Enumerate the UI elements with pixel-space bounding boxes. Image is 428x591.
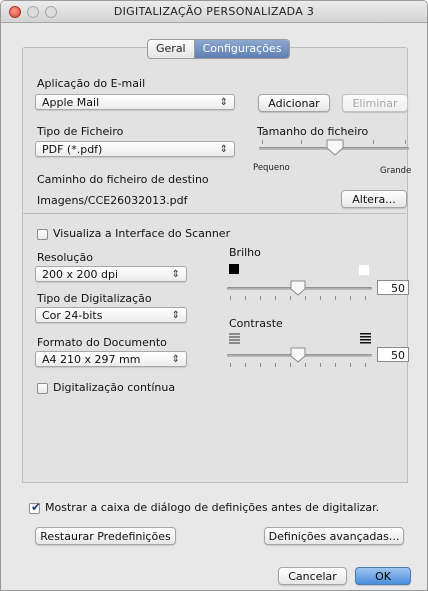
file-type-value: PDF (*.pdf) (42, 143, 103, 156)
advanced-settings-button[interactable]: Definições avançadas... (264, 527, 404, 545)
scanner-ui-label: Visualiza a Interface do Scanner (53, 227, 231, 240)
tab-geral[interactable]: Geral (148, 40, 194, 58)
brightness-value[interactable]: 50 (377, 280, 409, 295)
scan-type-select[interactable]: Cor 24-bits ⇕ (35, 307, 187, 323)
resolution-select[interactable]: 200 x 200 dpi ⇕ (35, 266, 187, 282)
continuous-scan-label: Digitalização contínua (53, 381, 176, 394)
resolution-value: 200 x 200 dpi (42, 268, 119, 281)
section-divider (23, 213, 406, 214)
window-title: DIGITALIZAÇÃO PERSONALIZADA 3 (113, 5, 315, 18)
updown-arrows-icon: ⇕ (171, 310, 180, 321)
email-app-value: Apple Mail (42, 96, 100, 109)
document-size-label: Formato do Documento (37, 336, 167, 349)
tab-configuracoes[interactable]: Configurações (193, 40, 290, 58)
scan-type-value: Cor 24-bits (42, 309, 103, 322)
dialog-window: DIGITALIZAÇÃO PERSONALIZADA 3 Geral Conf… (0, 0, 428, 591)
updown-arrows-icon: ⇕ (219, 144, 228, 155)
change-path-button[interactable]: Altera... (341, 190, 407, 208)
file-type-select[interactable]: PDF (*.pdf) ⇕ (35, 141, 235, 157)
resolution-label: Resolução (37, 251, 93, 264)
file-size-tick (301, 140, 302, 144)
contrast-value[interactable]: 50 (377, 347, 409, 362)
continuous-scan-checkbox[interactable] (37, 383, 48, 394)
file-size-tick (262, 140, 263, 144)
ok-button[interactable]: OK (355, 567, 411, 585)
high-contrast-icon (360, 333, 371, 344)
email-app-label: Aplicação do E-mail (37, 77, 146, 90)
brightness-ticks (230, 296, 370, 301)
contrast-slider-thumb[interactable] (290, 347, 306, 364)
file-size-tick (405, 140, 406, 144)
low-contrast-icon (229, 333, 240, 344)
updown-arrows-icon: ⇕ (219, 97, 228, 108)
restore-defaults-button[interactable]: Restaurar Predefinições (35, 527, 176, 545)
file-size-min-label: Pequeno (253, 163, 290, 173)
checkmark-icon: ✔ (31, 500, 42, 514)
cancel-button[interactable]: Cancelar (278, 567, 347, 585)
file-size-slider-thumb[interactable] (326, 139, 344, 157)
white-square-icon (358, 264, 370, 276)
file-size-max-label: Grande (380, 166, 412, 176)
contrast-ticks (230, 363, 370, 368)
brightness-slider-thumb[interactable] (290, 280, 306, 297)
show-dialog-label: Mostrar a caixa de diálogo de definições… (45, 501, 380, 514)
file-size-tick (373, 140, 374, 144)
destination-path: Imagens/CCE26032013.pdf (37, 194, 188, 207)
title-bar[interactable]: DIGITALIZAÇÃO PERSONALIZADA 3 (1, 1, 427, 23)
tab-bar: Geral Configurações (147, 39, 291, 59)
document-size-select[interactable]: A4 210 x 297 mm ⇕ (35, 351, 187, 367)
document-size-value: A4 210 x 297 mm (42, 353, 141, 366)
black-square-icon (229, 264, 239, 274)
show-dialog-checkbox[interactable]: ✔ (29, 500, 42, 514)
updown-arrows-icon: ⇕ (171, 354, 180, 365)
file-size-label: Tamanho do ficheiro (257, 125, 369, 138)
brightness-label: Brilho (229, 246, 261, 259)
add-button[interactable]: Adicionar (258, 94, 330, 112)
email-app-select[interactable]: Apple Mail ⇕ (35, 94, 235, 110)
file-type-label: Tipo de Ficheiro (37, 125, 124, 138)
destination-label: Caminho do ficheiro de destino (37, 173, 209, 186)
remove-button[interactable]: Eliminar (342, 94, 408, 112)
scan-type-label: Tipo de Digitalização (37, 292, 152, 305)
updown-arrows-icon: ⇕ (171, 269, 180, 280)
contrast-label: Contraste (229, 317, 283, 330)
scanner-ui-checkbox[interactable] (37, 229, 48, 240)
